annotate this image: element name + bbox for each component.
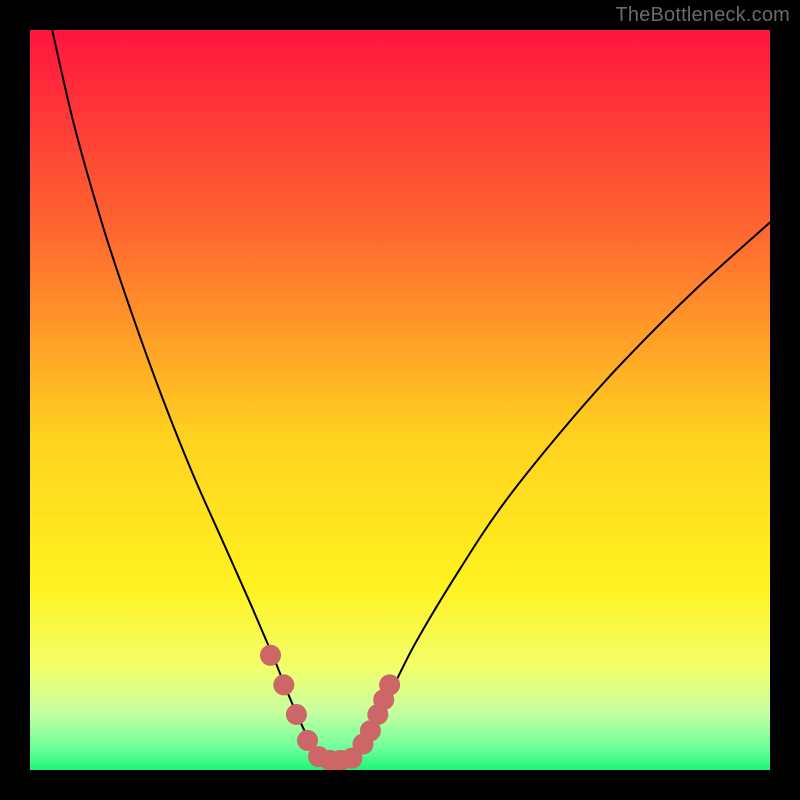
- marker-point: [261, 645, 281, 665]
- marker-point: [274, 675, 294, 695]
- plot-svg: [30, 30, 770, 770]
- chart-frame: TheBottleneck.com: [0, 0, 800, 800]
- plot-area: [30, 30, 770, 770]
- marker-point: [380, 675, 400, 695]
- watermark-text: TheBottleneck.com: [615, 4, 790, 27]
- gradient-background: [30, 30, 770, 770]
- marker-point: [286, 705, 306, 725]
